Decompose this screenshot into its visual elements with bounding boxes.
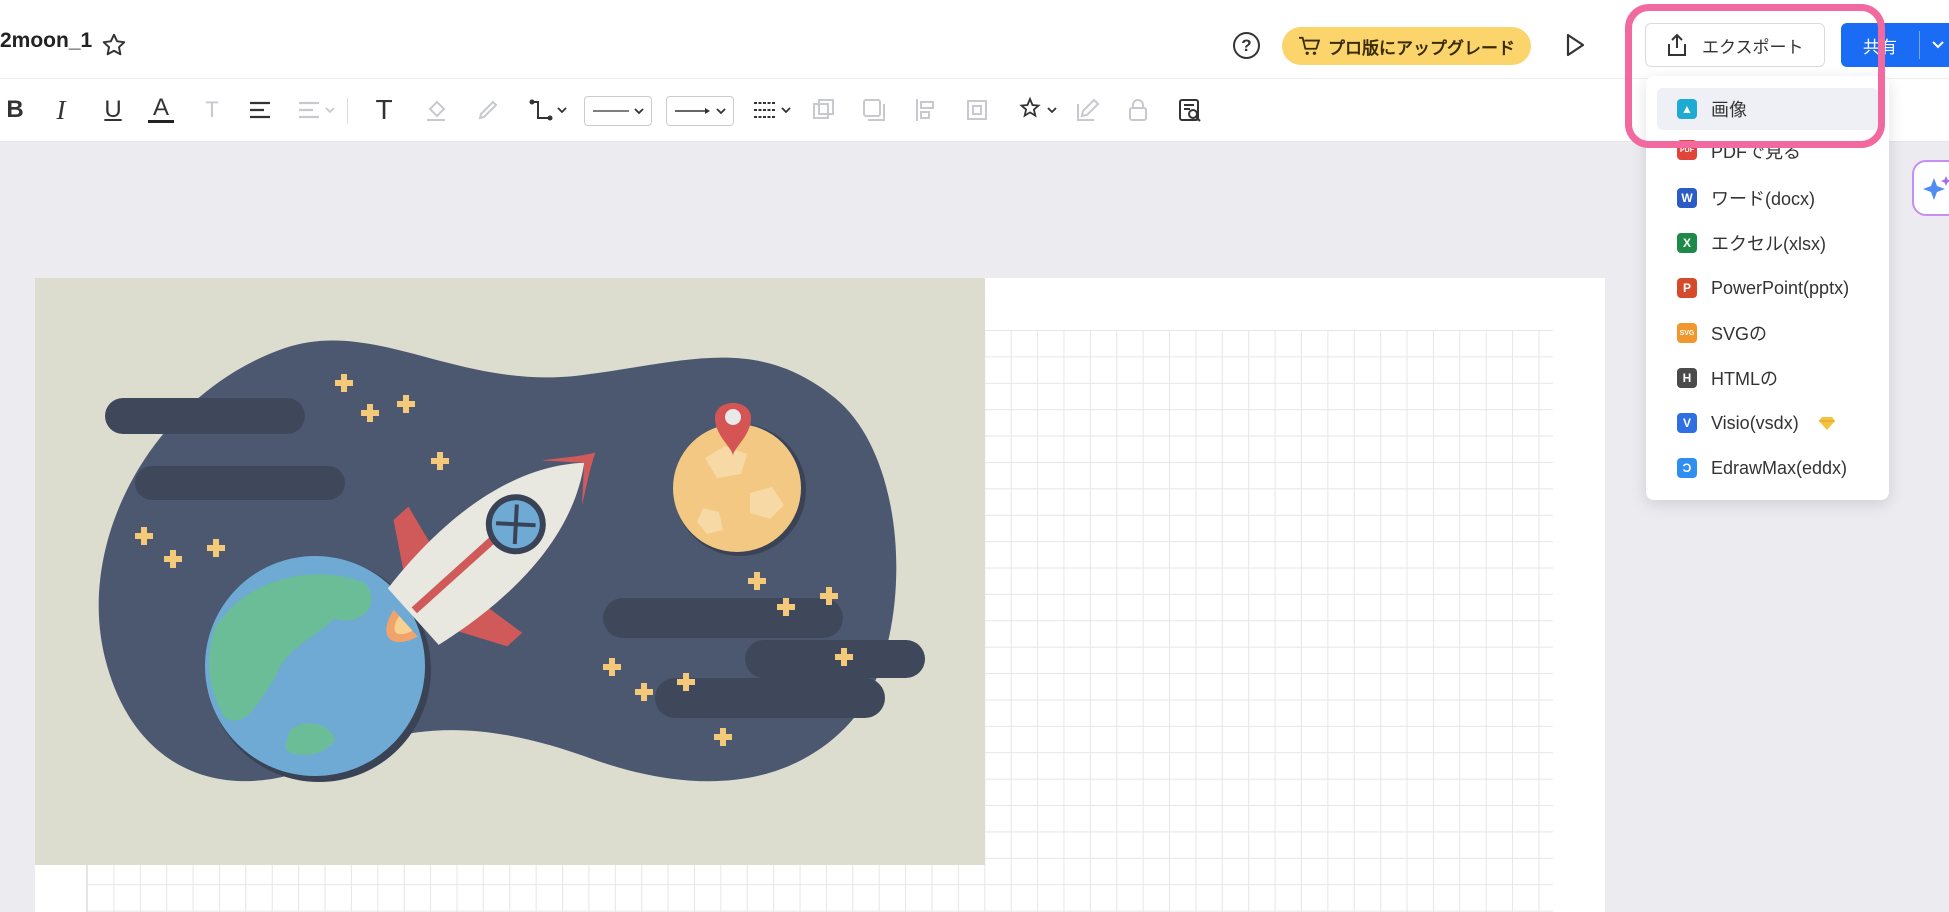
menu-item-label: HTMLの: [1711, 369, 1778, 389]
menu-item-label: PDFで見る: [1711, 142, 1801, 162]
word-icon: W: [1677, 188, 1697, 208]
visio-icon: V: [1677, 413, 1697, 433]
arrow-style-icon: [675, 108, 726, 115]
align-objects-icon[interactable]: [912, 96, 940, 124]
image-icon: ▲: [1677, 99, 1697, 119]
space-illustration[interactable]: [35, 278, 985, 865]
chevron-down-icon[interactable]: [1931, 37, 1945, 51]
pen-icon[interactable]: [474, 96, 502, 124]
font-color-button[interactable]: A: [148, 94, 174, 123]
share-label: 共有: [1863, 37, 1897, 57]
text-style-button[interactable]: T: [200, 96, 224, 124]
menu-item-excel[interactable]: X エクセル(xlsx): [1657, 222, 1878, 264]
line-weight-icon[interactable]: [750, 96, 794, 124]
menu-item-svg[interactable]: SVG SVGの: [1657, 312, 1878, 354]
menu-item-image[interactable]: ▲ 画像: [1657, 88, 1878, 130]
menu-item-label: ワード(docx): [1711, 189, 1816, 209]
menu-item-label: PowerPoint(pptx): [1711, 277, 1850, 298]
menu-item-label: 画像: [1711, 100, 1747, 120]
menu-item-html[interactable]: H HTMLの: [1657, 357, 1878, 399]
edrawmax-icon: Ɔ: [1677, 458, 1697, 478]
find-replace-icon[interactable]: [1176, 96, 1204, 124]
share-button[interactable]: 共有: [1841, 23, 1949, 67]
powerpoint-icon: P: [1677, 278, 1697, 298]
menu-item-pdf[interactable]: PDF PDFで見る: [1657, 132, 1878, 162]
menu-item-visio[interactable]: V Visio(vsdx): [1657, 402, 1878, 444]
menu-item-word[interactable]: W ワード(docx): [1657, 177, 1878, 219]
excel-icon: X: [1677, 233, 1697, 253]
header-bar: 2moon_1 ? プロ版にアップグレード エクスポート 共有: [0, 0, 1949, 79]
star-icon[interactable]: [101, 32, 127, 58]
menu-item-powerpoint[interactable]: P PowerPoint(pptx): [1657, 267, 1878, 309]
menu-item-label: SVGの: [1711, 324, 1768, 344]
italic-button[interactable]: I: [50, 95, 72, 125]
bold-button[interactable]: B: [4, 96, 26, 124]
export-button[interactable]: エクスポート: [1645, 23, 1825, 67]
line-style-select[interactable]: [584, 96, 652, 126]
ai-assistant-button[interactable]: [1912, 160, 1949, 216]
document-title[interactable]: 2moon_1: [0, 29, 92, 53]
lock-icon[interactable]: [1124, 96, 1152, 124]
svg-icon: SVG: [1677, 323, 1697, 343]
underline-button[interactable]: U: [100, 96, 126, 124]
export-icon: [1668, 33, 1686, 56]
magic-style-icon[interactable]: [1018, 96, 1060, 124]
menu-item-label: エクセル(xlsx): [1711, 234, 1826, 254]
menu-item-label: Visio(vsdx): [1711, 412, 1799, 433]
edit-icon[interactable]: [1074, 96, 1102, 124]
arrow-style-select[interactable]: [666, 96, 734, 126]
play-icon[interactable]: [1564, 33, 1586, 57]
toolbar-divider: [347, 98, 348, 124]
html-icon: H: [1677, 368, 1697, 388]
ai-sparkle-icon: [1923, 176, 1949, 200]
export-label: エクスポート: [1702, 37, 1804, 57]
connector-icon[interactable]: [528, 96, 570, 124]
help-icon[interactable]: ?: [1233, 32, 1260, 59]
line-style-icon: [593, 108, 644, 115]
text-tool-button[interactable]: T: [370, 94, 398, 125]
shadow-icon[interactable]: [860, 96, 888, 124]
upgrade-label: プロ版にアップグレード: [1328, 38, 1515, 58]
upgrade-button[interactable]: プロ版にアップグレード: [1282, 27, 1531, 65]
cart-icon: [1299, 36, 1320, 55]
export-menu: ▲ 画像 PDF PDFで見る W ワード(docx) X エクセル(xlsx)…: [1646, 76, 1889, 500]
menu-item-edrawmax[interactable]: Ɔ EdrawMax(eddx): [1657, 447, 1878, 489]
fill-icon[interactable]: [422, 96, 450, 124]
align-icon[interactable]: [246, 96, 274, 124]
premium-gem-icon: [1818, 417, 1835, 430]
group-icon[interactable]: [963, 96, 991, 124]
line-spacing-icon[interactable]: [296, 96, 338, 124]
menu-item-label: EdrawMax(eddx): [1711, 457, 1848, 478]
bring-front-icon[interactable]: [810, 96, 838, 124]
share-separator: [1919, 31, 1920, 59]
pdf-icon: PDF: [1677, 140, 1697, 160]
